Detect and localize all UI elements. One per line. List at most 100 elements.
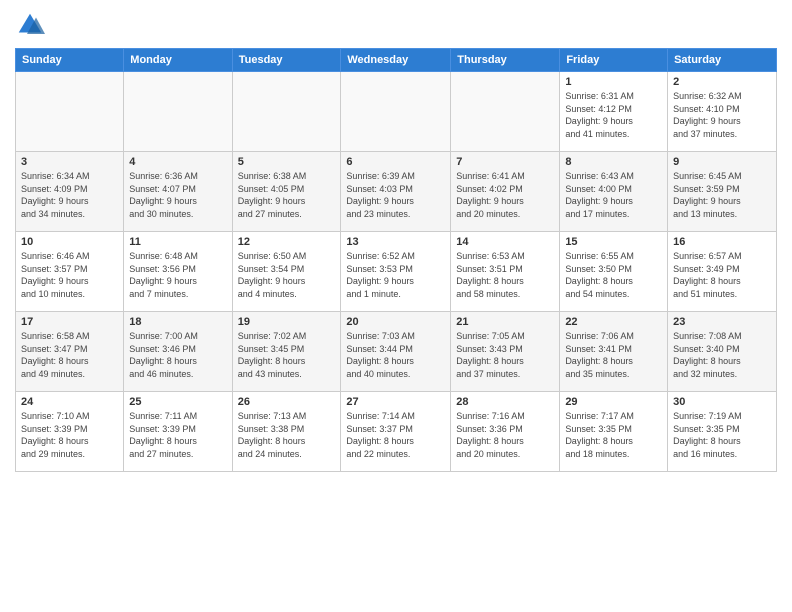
table-row — [16, 72, 124, 152]
table-row: 25 Sunrise: 7:11 AM Sunset: 3:39 PM Dayli… — [124, 392, 232, 472]
table-row: 15 Sunrise: 6:55 AM Sunset: 3:50 PM Dayli… — [560, 232, 668, 312]
table-row: 7 Sunrise: 6:41 AM Sunset: 4:02 PM Daylig… — [451, 152, 560, 232]
day-number: 21 — [456, 316, 554, 328]
day-number: 14 — [456, 236, 554, 248]
table-row: 10 Sunrise: 6:46 AM Sunset: 3:57 PM Dayli… — [16, 232, 124, 312]
table-row: 30Sunrise: 7:19 AM Sunset: 3:35 PM Dayli… — [668, 392, 777, 472]
day-info: Sunrise: 6:38 AM Sunset: 4:05 PM Dayligh… — [238, 170, 336, 220]
table-row: 13 Sunrise: 6:52 AM Sunset: 3:53 PM Dayli… — [341, 232, 451, 312]
day-info: Sunrise: 7:14 AM Sunset: 3:37 PM Dayligh… — [346, 410, 445, 460]
day-info: Sunrise: 6:55 AM Sunset: 3:50 PM Dayligh… — [565, 250, 662, 300]
day-number: 7 — [456, 156, 554, 168]
col-friday: Friday — [560, 49, 668, 72]
day-info: Sunrise: 6:39 AM Sunset: 4:03 PM Dayligh… — [346, 170, 445, 220]
header — [15, 10, 777, 40]
table-row — [451, 72, 560, 152]
day-info: Sunrise: 6:46 AM Sunset: 3:57 PM Dayligh… — [21, 250, 118, 300]
table-row: 11 Sunrise: 6:48 AM Sunset: 3:56 PM Dayli… — [124, 232, 232, 312]
day-number: 29 — [565, 396, 662, 408]
table-row: 19 Sunrise: 7:02 AM Sunset: 3:45 PM Dayli… — [232, 312, 341, 392]
table-row: 3 Sunrise: 6:34 AM Sunset: 4:09 PM Daylig… — [16, 152, 124, 232]
day-info: Sunrise: 7:10 AM Sunset: 3:39 PM Dayligh… — [21, 410, 118, 460]
day-number: 9 — [673, 156, 771, 168]
calendar: Sunday Monday Tuesday Wednesday Thursday… — [15, 48, 777, 472]
day-info: Sunrise: 6:32 AM Sunset: 4:10 PM Dayligh… — [673, 90, 771, 140]
table-row: 20 Sunrise: 7:03 AM Sunset: 3:44 PM Dayli… — [341, 312, 451, 392]
table-row — [124, 72, 232, 152]
day-number: 5 — [238, 156, 336, 168]
table-row: 1 Sunrise: 6:31 AM Sunset: 4:12 PM Daylig… — [560, 72, 668, 152]
table-row: 27 Sunrise: 7:14 AM Sunset: 3:37 PM Dayli… — [341, 392, 451, 472]
table-row: 6 Sunrise: 6:39 AM Sunset: 4:03 PM Daylig… — [341, 152, 451, 232]
table-row: 24 Sunrise: 7:10 AM Sunset: 3:39 PM Dayli… — [16, 392, 124, 472]
table-row: 18 Sunrise: 7:00 AM Sunset: 3:46 PM Dayli… — [124, 312, 232, 392]
table-row: 5 Sunrise: 6:38 AM Sunset: 4:05 PM Daylig… — [232, 152, 341, 232]
table-row: 26Sunrise: 7:13 AM Sunset: 3:38 PM Dayli… — [232, 392, 341, 472]
day-info: Sunrise: 7:03 AM Sunset: 3:44 PM Dayligh… — [346, 330, 445, 380]
day-info: Sunrise: 6:53 AM Sunset: 3:51 PM Dayligh… — [456, 250, 554, 300]
day-info: Sunrise: 6:57 AM Sunset: 3:49 PM Dayligh… — [673, 250, 771, 300]
calendar-week-row: 1 Sunrise: 6:31 AM Sunset: 4:12 PM Daylig… — [16, 72, 777, 152]
col-thursday: Thursday — [451, 49, 560, 72]
day-number: 8 — [565, 156, 662, 168]
day-number: 26 — [238, 396, 336, 408]
table-row: 28 Sunrise: 7:16 AM Sunset: 3:36 PM Dayli… — [451, 392, 560, 472]
day-number: 28 — [456, 396, 554, 408]
calendar-week-row: 3 Sunrise: 6:34 AM Sunset: 4:09 PM Daylig… — [16, 152, 777, 232]
day-number: 17 — [21, 316, 118, 328]
table-row: 22 Sunrise: 7:06 AM Sunset: 3:41 PM Dayli… — [560, 312, 668, 392]
day-info: Sunrise: 7:17 AM Sunset: 3:35 PM Dayligh… — [565, 410, 662, 460]
col-tuesday: Tuesday — [232, 49, 341, 72]
day-number: 15 — [565, 236, 662, 248]
col-wednesday: Wednesday — [341, 49, 451, 72]
table-row: 14 Sunrise: 6:53 AM Sunset: 3:51 PM Dayli… — [451, 232, 560, 312]
day-info: Sunrise: 6:41 AM Sunset: 4:02 PM Dayligh… — [456, 170, 554, 220]
day-number: 19 — [238, 316, 336, 328]
day-number: 27 — [346, 396, 445, 408]
day-number: 11 — [129, 236, 226, 248]
day-info: Sunrise: 6:36 AM Sunset: 4:07 PM Dayligh… — [129, 170, 226, 220]
table-row: 23Sunrise: 7:08 AM Sunset: 3:40 PM Dayli… — [668, 312, 777, 392]
table-row: 4 Sunrise: 6:36 AM Sunset: 4:07 PM Daylig… — [124, 152, 232, 232]
day-info: Sunrise: 7:11 AM Sunset: 3:39 PM Dayligh… — [129, 410, 226, 460]
table-row — [232, 72, 341, 152]
day-number: 3 — [21, 156, 118, 168]
table-row — [341, 72, 451, 152]
day-info: Sunrise: 7:06 AM Sunset: 3:41 PM Dayligh… — [565, 330, 662, 380]
day-info: Sunrise: 7:00 AM Sunset: 3:46 PM Dayligh… — [129, 330, 226, 380]
day-number: 4 — [129, 156, 226, 168]
calendar-week-row: 24 Sunrise: 7:10 AM Sunset: 3:39 PM Dayli… — [16, 392, 777, 472]
col-monday: Monday — [124, 49, 232, 72]
day-number: 30 — [673, 396, 771, 408]
logo-icon — [15, 10, 45, 40]
day-info: Sunrise: 7:02 AM Sunset: 3:45 PM Dayligh… — [238, 330, 336, 380]
page: Sunday Monday Tuesday Wednesday Thursday… — [0, 0, 792, 612]
day-number: 20 — [346, 316, 445, 328]
day-number: 24 — [21, 396, 118, 408]
day-number: 18 — [129, 316, 226, 328]
day-info: Sunrise: 6:31 AM Sunset: 4:12 PM Dayligh… — [565, 90, 662, 140]
calendar-header-row: Sunday Monday Tuesday Wednesday Thursday… — [16, 49, 777, 72]
day-info: Sunrise: 7:16 AM Sunset: 3:36 PM Dayligh… — [456, 410, 554, 460]
day-number: 6 — [346, 156, 445, 168]
table-row: 8 Sunrise: 6:43 AM Sunset: 4:00 PM Daylig… — [560, 152, 668, 232]
day-info: Sunrise: 7:05 AM Sunset: 3:43 PM Dayligh… — [456, 330, 554, 380]
day-number: 10 — [21, 236, 118, 248]
day-info: Sunrise: 6:48 AM Sunset: 3:56 PM Dayligh… — [129, 250, 226, 300]
day-number: 2 — [673, 76, 771, 88]
day-info: Sunrise: 6:52 AM Sunset: 3:53 PM Dayligh… — [346, 250, 445, 300]
calendar-week-row: 17Sunrise: 6:58 AM Sunset: 3:47 PM Dayli… — [16, 312, 777, 392]
day-number: 13 — [346, 236, 445, 248]
day-number: 12 — [238, 236, 336, 248]
col-sunday: Sunday — [16, 49, 124, 72]
day-info: Sunrise: 6:34 AM Sunset: 4:09 PM Dayligh… — [21, 170, 118, 220]
day-info: Sunrise: 6:43 AM Sunset: 4:00 PM Dayligh… — [565, 170, 662, 220]
day-info: Sunrise: 6:50 AM Sunset: 3:54 PM Dayligh… — [238, 250, 336, 300]
calendar-week-row: 10 Sunrise: 6:46 AM Sunset: 3:57 PM Dayli… — [16, 232, 777, 312]
day-number: 22 — [565, 316, 662, 328]
logo — [15, 10, 49, 40]
table-row: 21 Sunrise: 7:05 AM Sunset: 3:43 PM Dayli… — [451, 312, 560, 392]
day-number: 1 — [565, 76, 662, 88]
day-number: 25 — [129, 396, 226, 408]
col-saturday: Saturday — [668, 49, 777, 72]
